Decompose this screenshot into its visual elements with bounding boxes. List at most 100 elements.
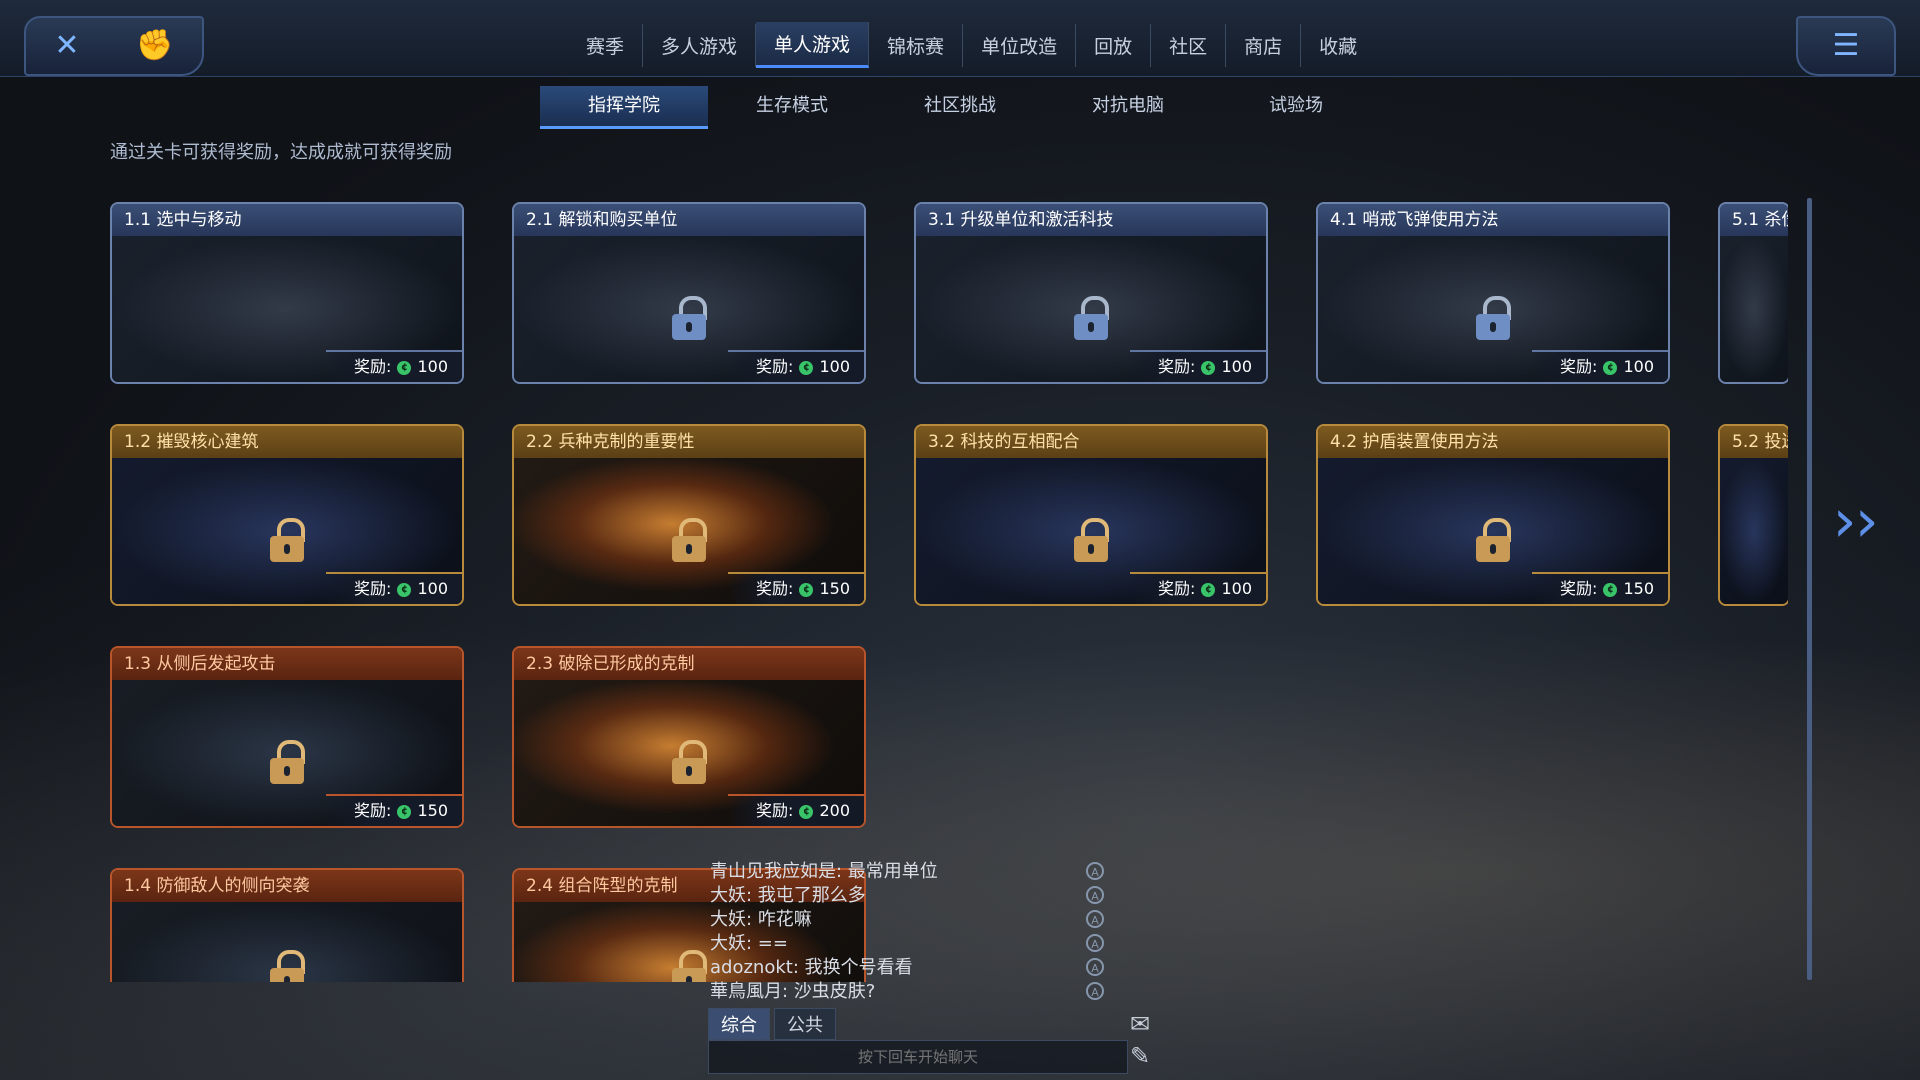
mission-card[interactable]: 3.2 科技的互相配合 奖励: ¢ 100 [914, 424, 1268, 606]
sub-nav: 指挥学院 生存模式 社区挑战 对抗电脑 试验场 [540, 86, 1380, 129]
channel-a-icon: A [1086, 886, 1104, 904]
mission-card[interactable]: 4.2 护盾装置使用方法 奖励: ¢ 150 [1316, 424, 1670, 606]
mission-reward: 奖励: ¢ 100 [326, 350, 462, 382]
tab-collection[interactable]: 收藏 [1301, 24, 1375, 67]
chat-channel-icons: A A A A A A [1086, 862, 1104, 1006]
mission-reward: 奖励: ¢ 200 [728, 794, 864, 826]
lock-icon [672, 517, 707, 562]
mission-card[interactable]: 5.1 杀伤 [1718, 202, 1788, 384]
mission-card[interactable]: 4.1 哨戒飞弹使用方法 奖励: ¢ 100 [1316, 202, 1670, 384]
chat-input[interactable] [708, 1040, 1128, 1074]
mission-card[interactable]: 1.4 防御敌人的侧向突袭 [110, 868, 464, 982]
mission-title: 1.3 从侧后发起攻击 [112, 648, 462, 680]
grid-scrollbar[interactable] [1807, 198, 1812, 980]
channel-a-icon: A [1086, 958, 1104, 976]
mission-thumbnail [1720, 458, 1788, 604]
mission-title: 2.3 破除已形成的克制 [514, 648, 864, 680]
mission-title: 5.2 投送 [1720, 426, 1788, 458]
chat-message: 大妖: == [710, 933, 788, 954]
mission-title: 1.1 选中与移动 [112, 204, 462, 236]
tab-community[interactable]: 社区 [1151, 23, 1227, 67]
subtab-community-challenge[interactable]: 社区挑战 [876, 86, 1044, 126]
chat-message: 大妖: 我屯了那么多 [710, 885, 866, 906]
mission-card[interactable]: 1.3 从侧后发起攻击 奖励: ¢ 150 [110, 646, 464, 828]
tab-multiplayer[interactable]: 多人游戏 [643, 23, 757, 67]
tab-replay[interactable]: 回放 [1076, 23, 1152, 67]
credit-coin-icon: ¢ [397, 804, 412, 819]
chat-message: adoznokt: 我换个号看看 [710, 957, 913, 978]
mission-card[interactable]: 1.1 选中与移动 奖励: ¢ 100 [110, 202, 464, 384]
mission-reward: 奖励: ¢ 100 [326, 572, 462, 604]
mission-reward: 奖励: ¢ 100 [1130, 572, 1266, 604]
fist-emblem-icon[interactable]: ✊ [136, 31, 173, 61]
mission-card[interactable]: 3.1 升级单位和激活科技 奖励: ¢ 100 [914, 202, 1268, 384]
credit-coin-icon: ¢ [397, 582, 412, 597]
mission-card[interactable]: 2.3 破除已形成的克制 奖励: ¢ 200 [512, 646, 866, 828]
mission-title: 2.2 兵种克制的重要性 [514, 426, 864, 458]
credit-coin-icon: ¢ [397, 360, 412, 375]
hamburger-menu-icon: ☰ [1832, 28, 1860, 63]
mission-title: 1.2 摧毁核心建筑 [112, 426, 462, 458]
chat-tab-public[interactable]: 公共 [774, 1008, 836, 1040]
mission-reward: 奖励: ¢ 150 [1532, 572, 1668, 604]
subtab-command-academy[interactable]: 指挥学院 [540, 86, 708, 129]
lock-icon [270, 950, 305, 982]
mission-card[interactable]: 5.2 投送 [1718, 424, 1788, 606]
mission-title: 2.1 解锁和购买单位 [514, 204, 864, 236]
lock-icon [672, 295, 707, 340]
lock-icon [1074, 517, 1109, 562]
lock-icon [270, 739, 305, 784]
mission-reward: 奖励: ¢ 100 [1130, 350, 1266, 382]
tab-season[interactable]: 赛季 [568, 23, 644, 67]
tab-tournament[interactable]: 锦标赛 [869, 23, 964, 67]
credit-coin-icon: ¢ [1201, 360, 1216, 375]
tab-unit-mod[interactable]: 单位改造 [963, 23, 1077, 67]
mission-thumbnail [112, 902, 462, 982]
credit-coin-icon: ¢ [799, 804, 814, 819]
chat-bubble-settings-icon[interactable]: ✉ [1130, 1010, 1150, 1038]
reward-hint: 通过关卡可获得奖励，达成成就可获得奖励 [110, 142, 452, 163]
credit-coin-icon: ¢ [799, 582, 814, 597]
mission-title: 3.2 科技的互相配合 [916, 426, 1266, 458]
channel-a-icon: A [1086, 934, 1104, 952]
menu-button[interactable]: ☰ [1796, 16, 1896, 76]
mission-title: 3.1 升级单位和激活科技 [916, 204, 1266, 236]
lock-icon [270, 517, 305, 562]
mission-reward: 奖励: ¢ 150 [728, 572, 864, 604]
chat-tabs: 综合 公共 [708, 1008, 840, 1040]
mission-reward: 奖励: ¢ 150 [326, 794, 462, 826]
main-nav: 赛季 多人游戏 单人游戏 锦标赛 单位改造 回放 社区 商店 收藏 [568, 22, 1375, 68]
credit-coin-icon: ¢ [1603, 360, 1618, 375]
chat-tab-general[interactable]: 综合 [708, 1008, 770, 1040]
subtab-proving-ground[interactable]: 试验场 [1212, 86, 1380, 126]
chat-message: 大妖: 咋花嘛 [710, 909, 812, 930]
lock-icon [1074, 295, 1109, 340]
tab-singleplayer[interactable]: 单人游戏 [756, 22, 870, 68]
lock-icon [672, 739, 707, 784]
mission-card[interactable]: 2.2 兵种克制的重要性 奖励: ¢ 150 [512, 424, 866, 606]
top-bar: ✕ ✊ 赛季 多人游戏 单人游戏 锦标赛 单位改造 回放 社区 商店 收藏 ☰ [0, 0, 1920, 77]
channel-a-icon: A [1086, 982, 1104, 1000]
crossed-tools-icon[interactable]: ✕ [54, 31, 79, 61]
credit-coin-icon: ¢ [799, 360, 814, 375]
mission-title: 1.4 防御敌人的侧向突袭 [112, 870, 462, 902]
channel-a-icon: A [1086, 910, 1104, 928]
mission-thumbnail [1720, 236, 1788, 382]
channel-a-icon: A [1086, 862, 1104, 880]
lock-icon [1476, 517, 1511, 562]
chat-log: 青山见我应如是: 最常用单位 大妖: 我屯了那么多 大妖: 咋花嘛 大妖: ==… [710, 860, 1110, 1004]
subtab-survival[interactable]: 生存模式 [708, 86, 876, 126]
chat-message: 華鳥風月: 沙虫皮肤? [710, 981, 876, 1002]
mission-card[interactable]: 2.1 解锁和购买单位 奖励: ¢ 100 [512, 202, 866, 384]
double-chevron-right-icon[interactable]: ›› [1826, 486, 1884, 556]
subtab-vs-ai[interactable]: 对抗电脑 [1044, 86, 1212, 126]
tab-shop[interactable]: 商店 [1226, 23, 1302, 67]
mission-title: 4.1 哨戒飞弹使用方法 [1318, 204, 1668, 236]
edit-note-icon[interactable]: ✎ [1130, 1042, 1150, 1070]
lock-icon [1476, 295, 1511, 340]
mission-reward: 奖励: ¢ 100 [728, 350, 864, 382]
mission-card[interactable]: 1.2 摧毁核心建筑 奖励: ¢ 100 [110, 424, 464, 606]
credit-coin-icon: ¢ [1201, 582, 1216, 597]
mission-title: 4.2 护盾装置使用方法 [1318, 426, 1668, 458]
credit-coin-icon: ¢ [1603, 582, 1618, 597]
